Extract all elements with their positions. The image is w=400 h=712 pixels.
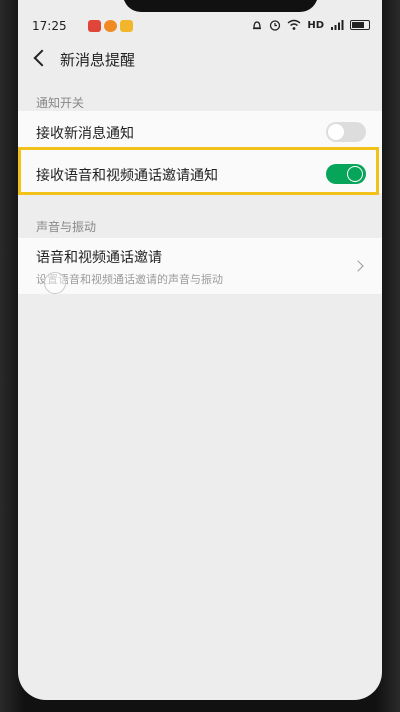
wifi-icon bbox=[287, 19, 301, 30]
toggle-new-message[interactable] bbox=[326, 122, 366, 142]
row-call-invite-sound[interactable]: 语音和视频通话邀请 设置语音和视频通话邀请的声音与振动 bbox=[18, 238, 382, 294]
page-title: 新消息提醒 bbox=[60, 51, 136, 69]
chevron-right-icon bbox=[352, 260, 364, 272]
camera-notch bbox=[123, 0, 318, 12]
section-label-notification: 通知开关 bbox=[36, 96, 85, 110]
page-header: 新消息提醒 bbox=[18, 44, 382, 74]
row-label: 语音和视频通话邀请 bbox=[36, 250, 162, 266]
app-icon-yellow bbox=[120, 20, 133, 32]
battery-icon bbox=[350, 20, 370, 30]
back-arrow-icon[interactable] bbox=[33, 49, 51, 67]
app-icon-red bbox=[88, 20, 101, 32]
network-type-label: HD bbox=[307, 19, 324, 31]
row-label: 接收新消息通知 bbox=[36, 126, 134, 142]
clock-icon bbox=[270, 20, 281, 31]
alarm-icon bbox=[253, 21, 262, 30]
toggle-knob bbox=[328, 124, 344, 140]
status-icons: HD bbox=[251, 19, 370, 31]
phone-screen: 17:25 HD 新消息提醒 通知开关 接收新消息通知 接收语音和视频通话邀请通… bbox=[18, 0, 382, 700]
row-receive-new-message[interactable]: 接收新消息通知 bbox=[18, 111, 382, 151]
signal-icon bbox=[331, 20, 344, 30]
section-label-sound: 声音与振动 bbox=[36, 220, 97, 234]
phone-frame: 17:25 HD 新消息提醒 通知开关 接收新消息通知 接收语音和视频通话邀请通… bbox=[0, 0, 400, 712]
highlight-frame bbox=[18, 147, 379, 195]
touch-indicator bbox=[44, 272, 66, 294]
status-time: 17:25 bbox=[32, 19, 67, 33]
status-bar: 17:25 HD bbox=[18, 16, 382, 38]
app-icon-orange bbox=[104, 20, 117, 32]
